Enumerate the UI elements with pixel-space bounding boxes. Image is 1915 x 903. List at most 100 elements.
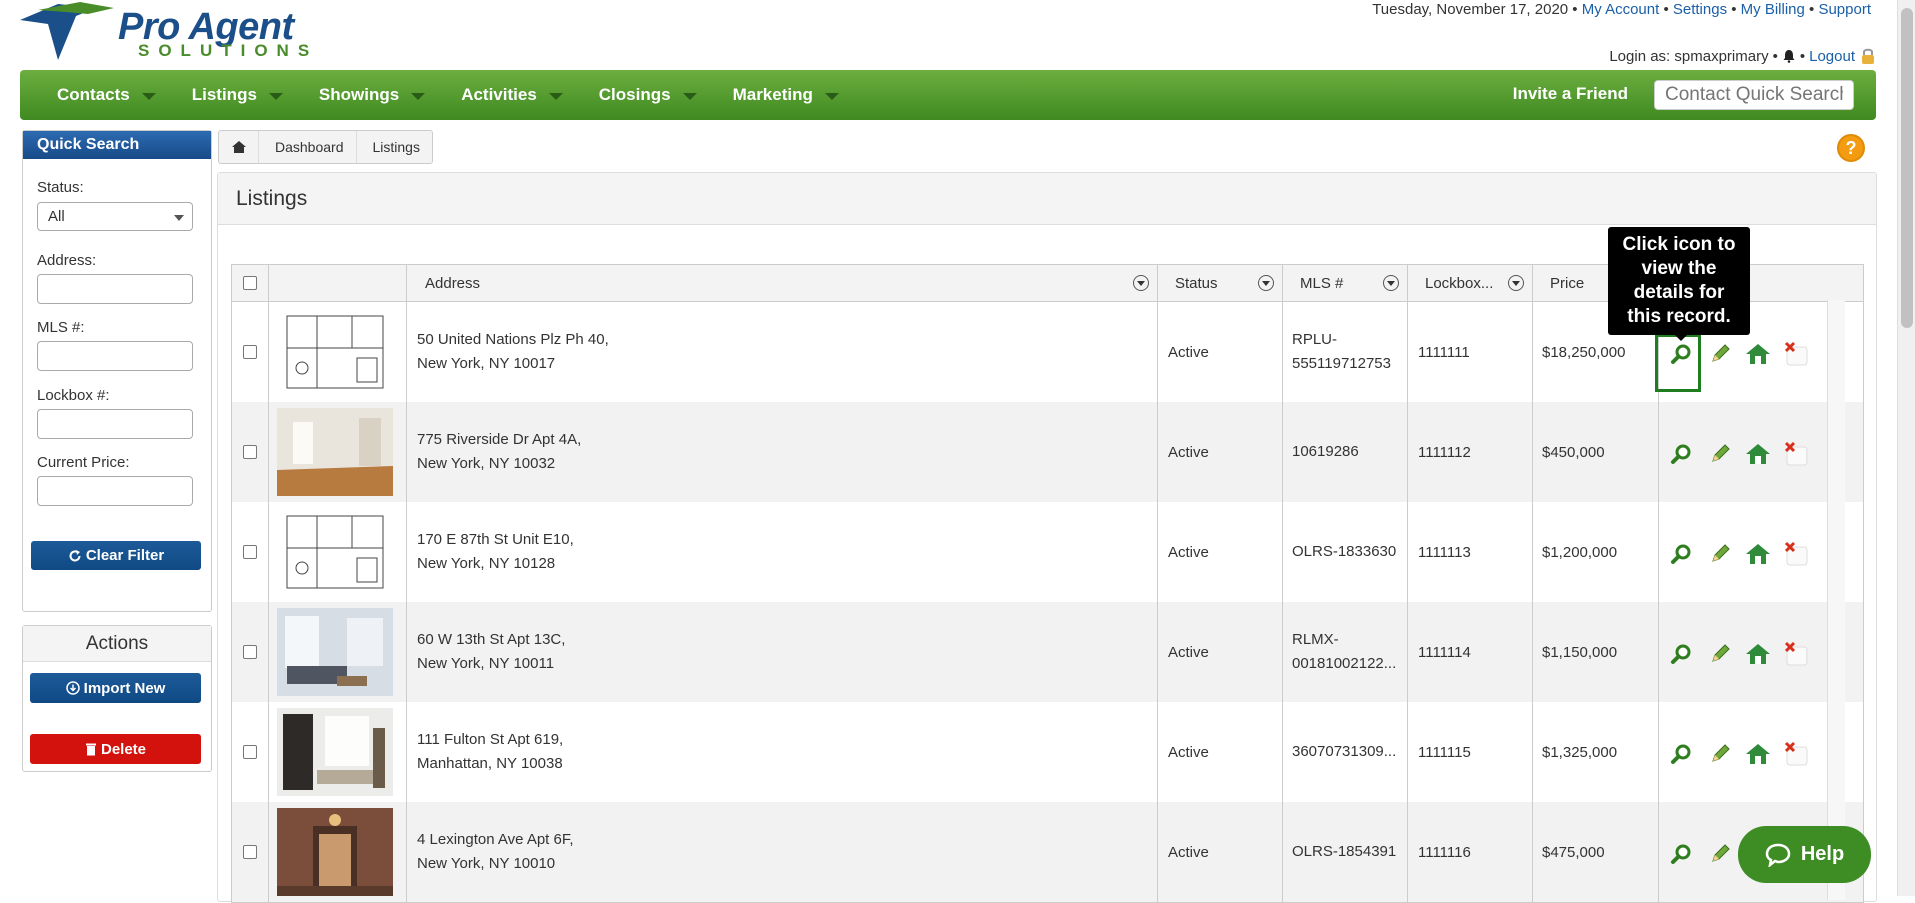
address-cell: 50 United Nations Plz Ph 40, New York, NY…: [407, 302, 1158, 402]
table-row[interactable]: 60 W 13th St Apt 13C, New York, NY 10011 …: [232, 602, 1863, 702]
row-checkbox[interactable]: [243, 745, 257, 759]
edit-pencil-icon[interactable]: [1705, 639, 1735, 669]
listing-thumbnail[interactable]: [269, 802, 407, 902]
breadcrumb-dashboard[interactable]: Dashboard: [259, 139, 356, 155]
property-home-icon[interactable]: [1743, 439, 1773, 469]
row-checkbox[interactable]: [243, 645, 257, 659]
home-icon[interactable]: [219, 131, 259, 163]
nav-activities[interactable]: Activities: [461, 85, 563, 105]
invite-friend-link[interactable]: Invite a Friend: [1513, 84, 1628, 104]
lockbox-cell: 1111114: [1408, 602, 1533, 702]
view-details-icon[interactable]: [1667, 439, 1697, 469]
column-lockbox[interactable]: Lockbox...: [1408, 265, 1533, 301]
listing-thumbnail[interactable]: [269, 402, 407, 502]
chevron-down-icon: [824, 92, 839, 100]
edit-pencil-icon[interactable]: [1705, 739, 1735, 769]
help-button[interactable]: Help: [1738, 826, 1871, 883]
filter-icon[interactable]: [1258, 275, 1274, 291]
nav-contacts[interactable]: Contacts: [57, 85, 156, 105]
bell-icon[interactable]: [1782, 49, 1796, 63]
address-label: Address:: [37, 252, 97, 269]
grid-body: 50 United Nations Plz Ph 40, New York, NY…: [232, 302, 1863, 902]
column-mls[interactable]: MLS #: [1283, 265, 1408, 301]
mls-label: MLS #:: [37, 319, 85, 336]
property-home-icon[interactable]: [1743, 739, 1773, 769]
filter-icon[interactable]: [1133, 275, 1149, 291]
nav-showings[interactable]: Showings: [319, 85, 426, 105]
listing-thumbnail[interactable]: [269, 502, 407, 602]
edit-pencil-icon[interactable]: [1705, 339, 1735, 369]
page-scrollbar[interactable]: [1897, 0, 1915, 896]
top-links: Tuesday, November 17, 2020 • My Account …: [1372, 1, 1871, 18]
listing-thumbnail[interactable]: [269, 302, 407, 402]
listing-thumbnail[interactable]: [269, 602, 407, 702]
edit-pencil-icon[interactable]: [1705, 439, 1735, 469]
table-row[interactable]: 4 Lexington Ave Apt 6F, New York, NY 1001…: [232, 802, 1863, 902]
my-billing-link[interactable]: My Billing: [1741, 1, 1805, 18]
settings-link[interactable]: Settings: [1673, 1, 1727, 18]
clear-filter-button[interactable]: Clear Filter: [31, 541, 201, 570]
property-home-icon[interactable]: [1743, 639, 1773, 669]
current-price-input[interactable]: [37, 476, 193, 506]
row-actions: [1659, 402, 1843, 502]
import-new-button[interactable]: Import New: [30, 673, 201, 703]
lockbox-input[interactable]: [37, 409, 193, 439]
view-details-icon[interactable]: [1667, 839, 1697, 869]
table-row[interactable]: 111 Fulton St Apt 619, Manhattan, NY 1003…: [232, 702, 1863, 802]
price-cell: $450,000: [1533, 402, 1659, 502]
property-home-icon[interactable]: [1743, 339, 1773, 369]
help-question-icon[interactable]: ?: [1837, 134, 1865, 162]
address-input[interactable]: [37, 274, 193, 304]
nav-listings[interactable]: Listings: [192, 85, 283, 105]
remove-icon[interactable]: [1781, 639, 1811, 669]
nav-closings[interactable]: Closings: [599, 85, 697, 105]
address-cell: 775 Riverside Dr Apt 4A, New York, NY 100…: [407, 402, 1158, 502]
refresh-icon: [69, 549, 81, 561]
nav-marketing[interactable]: Marketing: [733, 85, 839, 105]
support-link[interactable]: Support: [1818, 1, 1871, 18]
remove-icon[interactable]: [1781, 339, 1811, 369]
view-details-icon[interactable]: [1667, 739, 1697, 769]
view-details-icon[interactable]: [1667, 539, 1697, 569]
logo[interactable]: Pro Agent SOLUTIONS: [18, 0, 338, 64]
breadcrumb: Dashboard Listings: [218, 130, 433, 164]
lockbox-label: Lockbox #:: [37, 387, 110, 404]
row-checkbox[interactable]: [243, 845, 257, 859]
edit-pencil-icon[interactable]: [1705, 839, 1735, 869]
grid-scrollbar[interactable]: [1827, 300, 1845, 900]
logout-link[interactable]: Logout: [1809, 48, 1855, 65]
select-all-checkbox[interactable]: [243, 276, 257, 290]
edit-pencil-icon[interactable]: [1705, 539, 1735, 569]
price-cell: $1,325,000: [1533, 702, 1659, 802]
quick-search-title: Quick Search: [23, 131, 211, 159]
address-cell: 60 W 13th St Apt 13C, New York, NY 10011: [407, 602, 1158, 702]
contact-quick-search-input[interactable]: [1654, 80, 1854, 110]
listing-thumbnail[interactable]: [269, 702, 407, 802]
property-home-icon[interactable]: [1743, 539, 1773, 569]
login-bar: Login as: spmaxprimary • • Logout: [1609, 47, 1877, 65]
mls-input[interactable]: [37, 341, 193, 371]
my-account-link[interactable]: My Account: [1582, 1, 1660, 18]
main-nav: Contacts Listings Showings Activities Cl…: [20, 70, 1876, 120]
status-cell: Active: [1158, 302, 1283, 402]
filter-icon[interactable]: [1508, 275, 1524, 291]
row-checkbox[interactable]: [243, 545, 257, 559]
remove-icon[interactable]: [1781, 739, 1811, 769]
delete-button[interactable]: Delete: [30, 734, 201, 764]
table-row[interactable]: 170 E 87th St Unit E10, New York, NY 1012…: [232, 502, 1863, 602]
table-row[interactable]: 775 Riverside Dr Apt 4A, New York, NY 100…: [232, 402, 1863, 502]
status-select[interactable]: All: [37, 202, 193, 231]
price-cell: $1,200,000: [1533, 502, 1659, 602]
column-status[interactable]: Status: [1158, 265, 1283, 301]
view-details-icon[interactable]: [1667, 639, 1697, 669]
column-address[interactable]: Address: [407, 265, 1158, 301]
filter-icon[interactable]: [1383, 275, 1399, 291]
chevron-down-icon: [548, 92, 563, 100]
logo-subtitle: SOLUTIONS: [138, 41, 319, 60]
remove-icon[interactable]: [1781, 539, 1811, 569]
row-checkbox[interactable]: [243, 445, 257, 459]
chevron-down-icon: [411, 92, 426, 100]
remove-icon[interactable]: [1781, 439, 1811, 469]
status-cell: Active: [1158, 402, 1283, 502]
row-checkbox[interactable]: [243, 345, 257, 359]
